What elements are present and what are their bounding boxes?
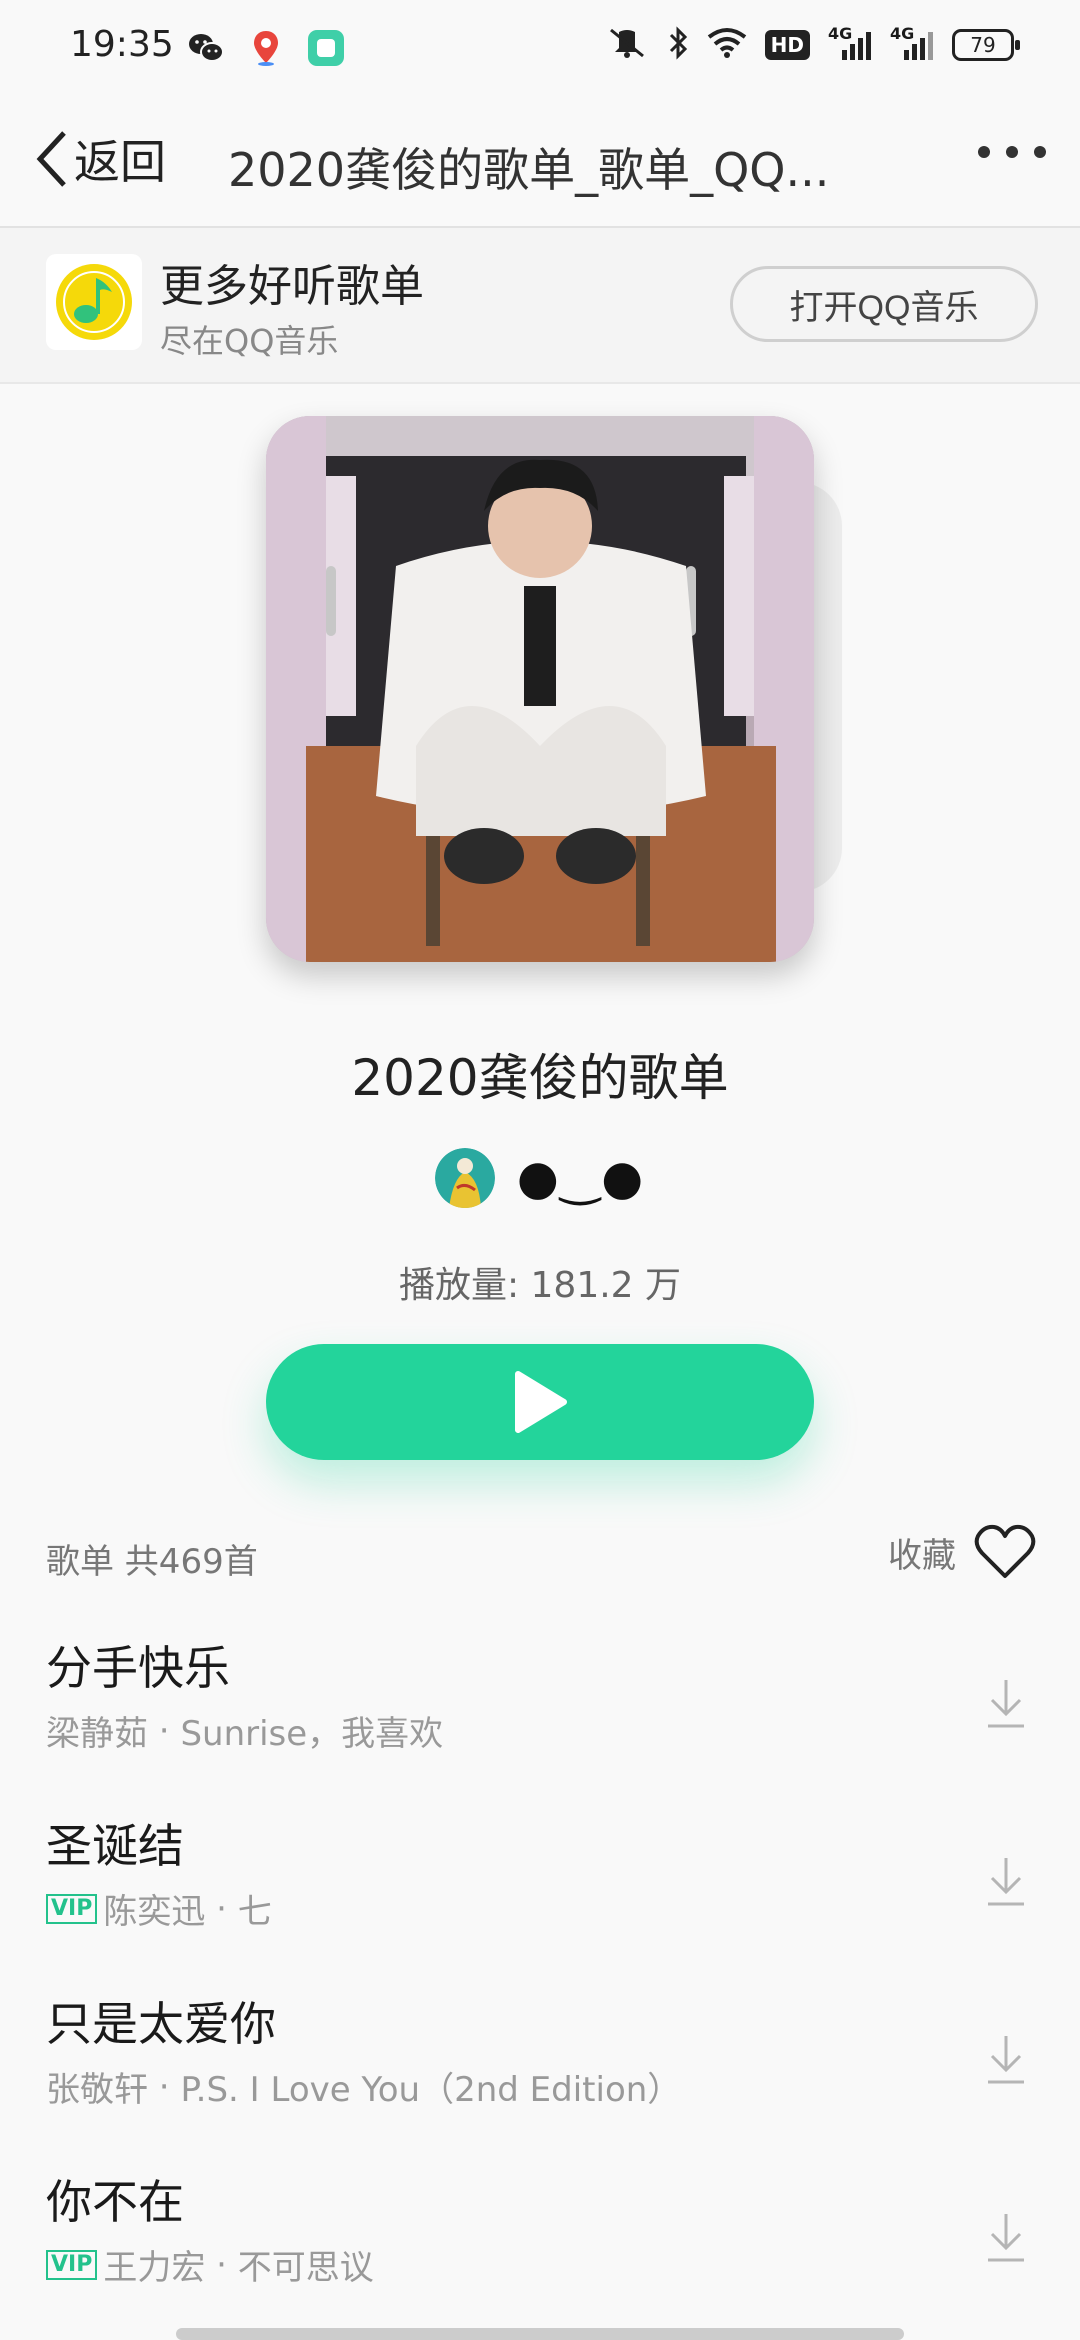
song-list-item[interactable]: 分手快乐梁静茹 · Sunrise，我喜欢 [0,1620,1080,1798]
back-label: 返回 [74,135,166,189]
song-album: P.S. I Love You（2nd Edition） [180,2070,682,2110]
song-meta: 梁静茹 · Sunrise，我喜欢 [46,1706,443,1755]
chevron-left-icon [36,131,66,187]
status-time: 19:35 [70,24,174,65]
song-meta: VIP 陈奕迅 · 七 [46,1884,272,1933]
vip-badge: VIP [46,2249,98,2280]
meta-separator: · [148,2066,181,2107]
song-artist: 张敬轩 [46,2070,148,2110]
song-album: Sunrise，我喜欢 [180,1714,444,1754]
more-dot-icon [1034,146,1046,158]
baidu-map-icon [246,28,286,68]
status-bar: 19:35 HD 4G 4G 79 [0,0,1080,96]
play-count: 播放量: 181.2 万 [398,1265,682,1306]
wifi-icon [707,27,747,63]
download-icon[interactable] [984,2212,1028,2264]
promo-title: 更多好听歌单 [160,261,424,312]
favorite-label: 收藏 [888,1535,956,1576]
bluetooth-icon [667,26,689,64]
signal-icon: 4G [890,24,934,62]
playlist-cover-image[interactable] [266,416,814,962]
song-title: 圣诞结 [46,1819,184,1873]
app-icon [306,28,346,68]
notification-icons [186,28,346,68]
song-artist: 梁静茹 [46,1714,148,1754]
heart-icon [974,1524,1036,1578]
signal-icon: 4G [828,24,872,62]
song-album: 不可思议 [237,2248,374,2288]
song-meta: 张敬轩 · P.S. I Love You（2nd Edition） [46,2062,681,2111]
playlist-title: 2020龚俊的歌单 [351,1049,729,1107]
song-title: 你不在 [46,2175,184,2229]
back-button[interactable]: 返回 [34,126,166,192]
song-count-label: 歌单 共469首 [46,1542,258,1582]
song-artist: 王力宏 [103,2248,206,2288]
qq-music-promo-banner[interactable]: 更多好听歌单 尽在QQ音乐 打开QQ音乐 [0,228,1080,384]
avatar [434,1148,495,1208]
download-icon[interactable] [984,1856,1028,1908]
favorite-button[interactable]: 收藏 [888,1524,1036,1580]
download-icon[interactable] [984,1678,1028,1730]
song-meta: VIP 王力宏 · 不可思议 [46,2240,374,2289]
vip-badge: VIP [46,1893,98,1924]
system-status-icons: HD 4G 4G 79 [605,24,1020,64]
meta-separator: · [205,2244,238,2285]
song-list-item[interactable]: 圣诞结 VIP 陈奕迅 · 七 [0,1798,1080,1976]
song-title: 只是太爱你 [46,1997,276,2051]
meta-separator: · [205,1888,238,1929]
page-title: 2020龚俊的歌单_歌单_QQ... [228,143,830,197]
hd-badge: HD [764,30,810,60]
song-list-item[interactable]: 只是太爱你张敬轩 · P.S. I Love You（2nd Edition） [0,1976,1080,2154]
more-dot-icon [1006,146,1018,158]
meta-separator: · [148,1710,181,1751]
mute-icon [605,26,649,64]
promo-subtitle: 尽在QQ音乐 [160,322,339,360]
battery-level: 79 [970,33,996,57]
creator-name: ●‿● [516,1150,646,1206]
song-title: 分手快乐 [46,1641,230,1695]
more-menu-button[interactable] [978,146,1046,158]
play-all-button[interactable] [266,1344,814,1460]
song-album: 七 [237,1892,272,1932]
navigation-bar: 返回 2020龚俊的歌单_歌单_QQ... [0,96,1080,228]
song-list-item[interactable]: 你不在 VIP 王力宏 · 不可思议 [0,2154,1080,2332]
more-dot-icon [978,146,990,158]
open-qq-music-button[interactable]: 打开QQ音乐 [730,266,1038,342]
home-indicator[interactable] [176,2328,904,2340]
play-icon [515,1371,567,1433]
song-list: 分手快乐 梁静茹 · Sunrise，我喜欢 圣诞结 VIP 陈奕迅 · 七只是太爱你张… [0,1620,1080,2332]
playlist-creator[interactable]: ●‿● [0,1148,1080,1208]
download-icon[interactable] [984,2034,1028,2086]
song-artist: 陈奕迅 [103,1892,206,1932]
wechat-icon [186,28,226,68]
qq-music-logo-icon [46,254,142,350]
battery-icon: 79 [952,29,1020,61]
